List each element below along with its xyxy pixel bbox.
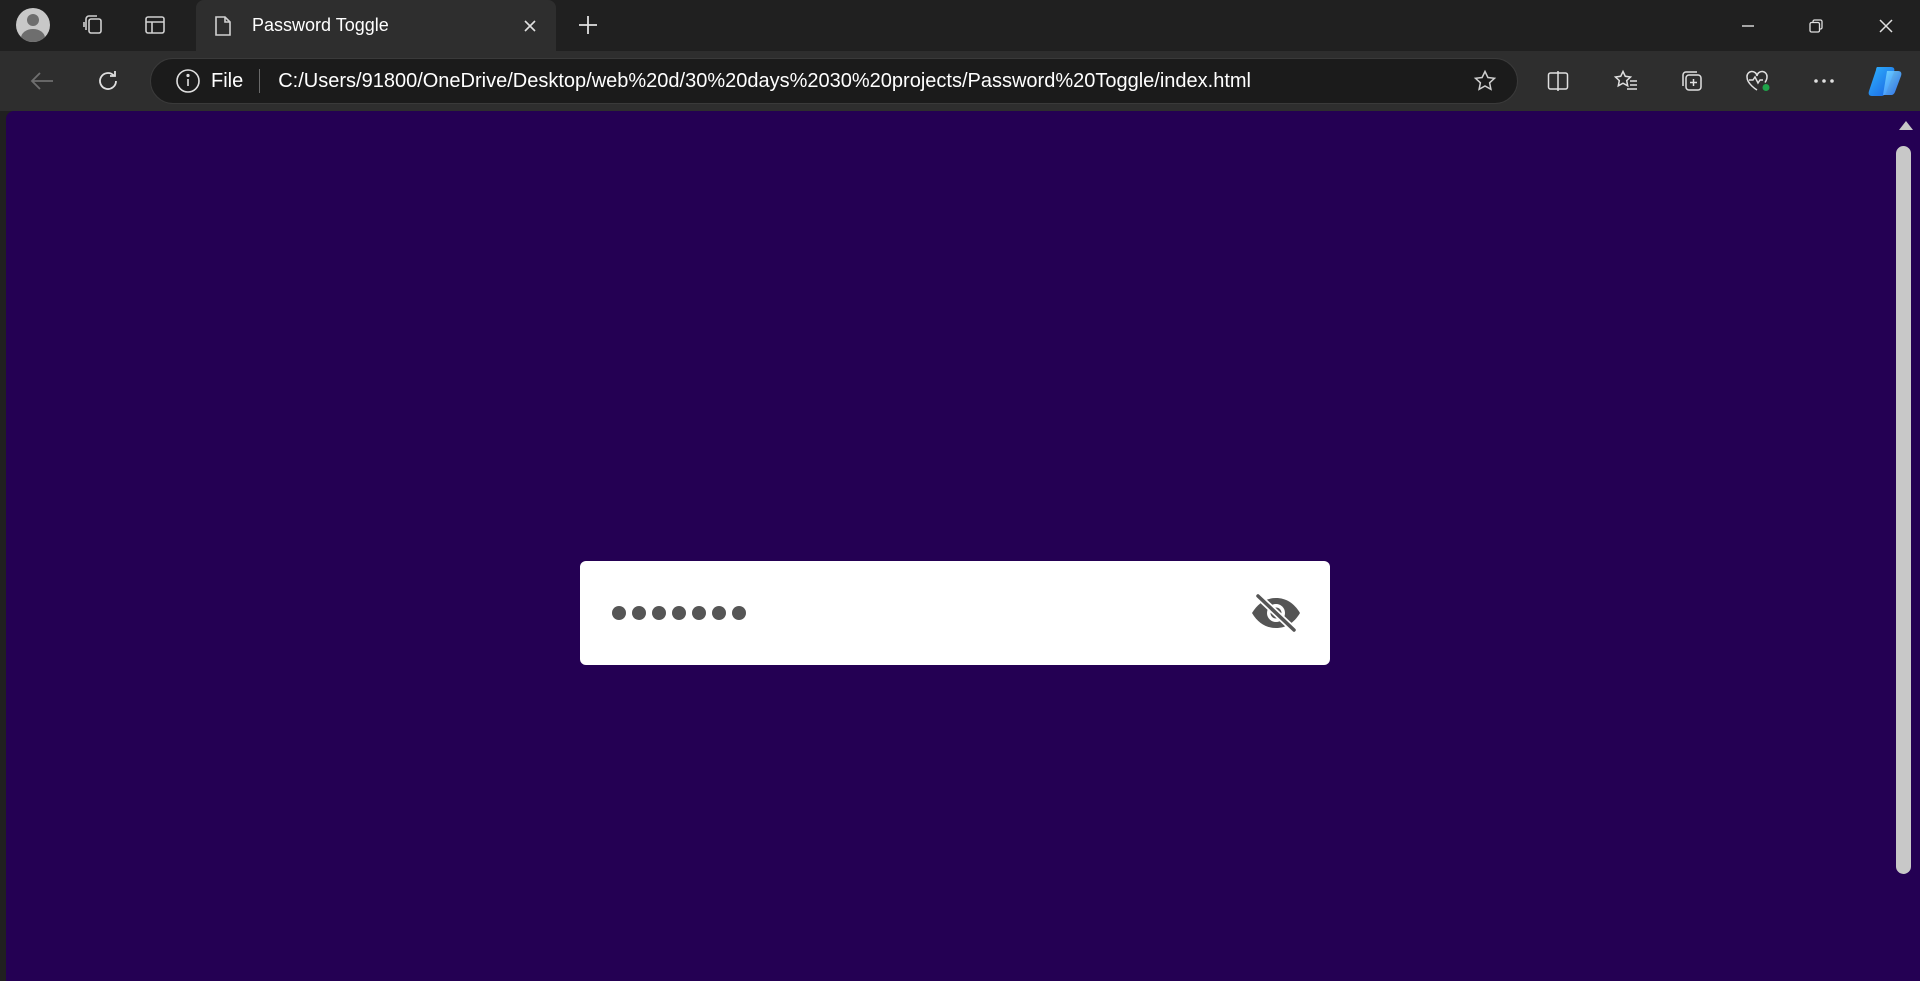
password-container	[580, 561, 1330, 665]
refresh-icon	[99, 71, 117, 90]
mask-dot	[732, 606, 746, 620]
mask-dot	[712, 606, 726, 620]
heart-pulse-icon	[1746, 70, 1770, 91]
restore-button[interactable]	[1782, 0, 1850, 51]
tab-strip: Password Toggle	[0, 0, 1920, 51]
favorites-button[interactable]	[1604, 60, 1648, 102]
collections-icon	[1682, 71, 1702, 91]
close-window-button[interactable]	[1852, 0, 1920, 51]
split-screen-icon	[1547, 71, 1569, 91]
divider	[259, 69, 261, 93]
page-icon	[212, 15, 234, 37]
favorites-icon	[1613, 69, 1637, 90]
close-tab-icon[interactable]	[514, 10, 546, 42]
close-icon	[1879, 18, 1893, 33]
password-input[interactable]	[612, 606, 1246, 620]
mask-dot	[652, 606, 666, 620]
copilot-button[interactable]	[1864, 60, 1908, 102]
copilot-icon	[1868, 67, 1902, 96]
eye-slash-icon[interactable]	[1246, 583, 1306, 643]
back-button[interactable]	[20, 60, 64, 102]
browser-toolbar: File C:/Users/91800/OneDrive/Desktop/web…	[0, 51, 1920, 111]
more-options-button[interactable]	[1802, 60, 1846, 102]
minimize-icon	[1742, 24, 1754, 27]
plus-icon	[579, 16, 597, 34]
mask-dot	[612, 606, 626, 620]
scheme-label: File	[211, 69, 244, 92]
info-icon[interactable]	[175, 68, 201, 94]
vertical-tabs-icon	[145, 16, 165, 34]
scroll-up-arrow-icon[interactable]	[1899, 121, 1913, 130]
profile-button[interactable]	[12, 6, 54, 44]
address-bar[interactable]: File C:/Users/91800/OneDrive/Desktop/web…	[150, 58, 1518, 104]
vertical-scrollbar[interactable]	[1891, 111, 1920, 981]
tab-password-toggle[interactable]: Password Toggle	[196, 0, 556, 51]
collections-button[interactable]	[1670, 60, 1714, 102]
workspaces-button[interactable]	[72, 6, 114, 44]
minimize-button[interactable]	[1714, 0, 1782, 51]
vertical-tabs-button[interactable]	[134, 6, 176, 44]
browser-essentials-button[interactable]	[1736, 60, 1780, 102]
split-screen-button[interactable]	[1536, 60, 1580, 102]
arrow-left-icon	[30, 72, 53, 90]
workspaces-icon	[83, 15, 102, 34]
reload-button[interactable]	[86, 60, 130, 102]
avatar-icon	[16, 8, 50, 42]
favorite-star-icon[interactable]	[1465, 61, 1505, 101]
scrollbar-thumb[interactable]	[1896, 146, 1911, 874]
url-text[interactable]: C:/Users/91800/OneDrive/Desktop/web%20d/…	[278, 70, 1465, 93]
page-viewport	[6, 111, 1891, 981]
tab-title: Password Toggle	[252, 15, 389, 35]
mask-dot	[672, 606, 686, 620]
mask-dot	[632, 606, 646, 620]
restore-icon	[1809, 18, 1823, 33]
mask-dot	[692, 606, 706, 620]
ellipsis-icon	[1814, 79, 1834, 83]
new-tab-button[interactable]	[567, 6, 609, 44]
